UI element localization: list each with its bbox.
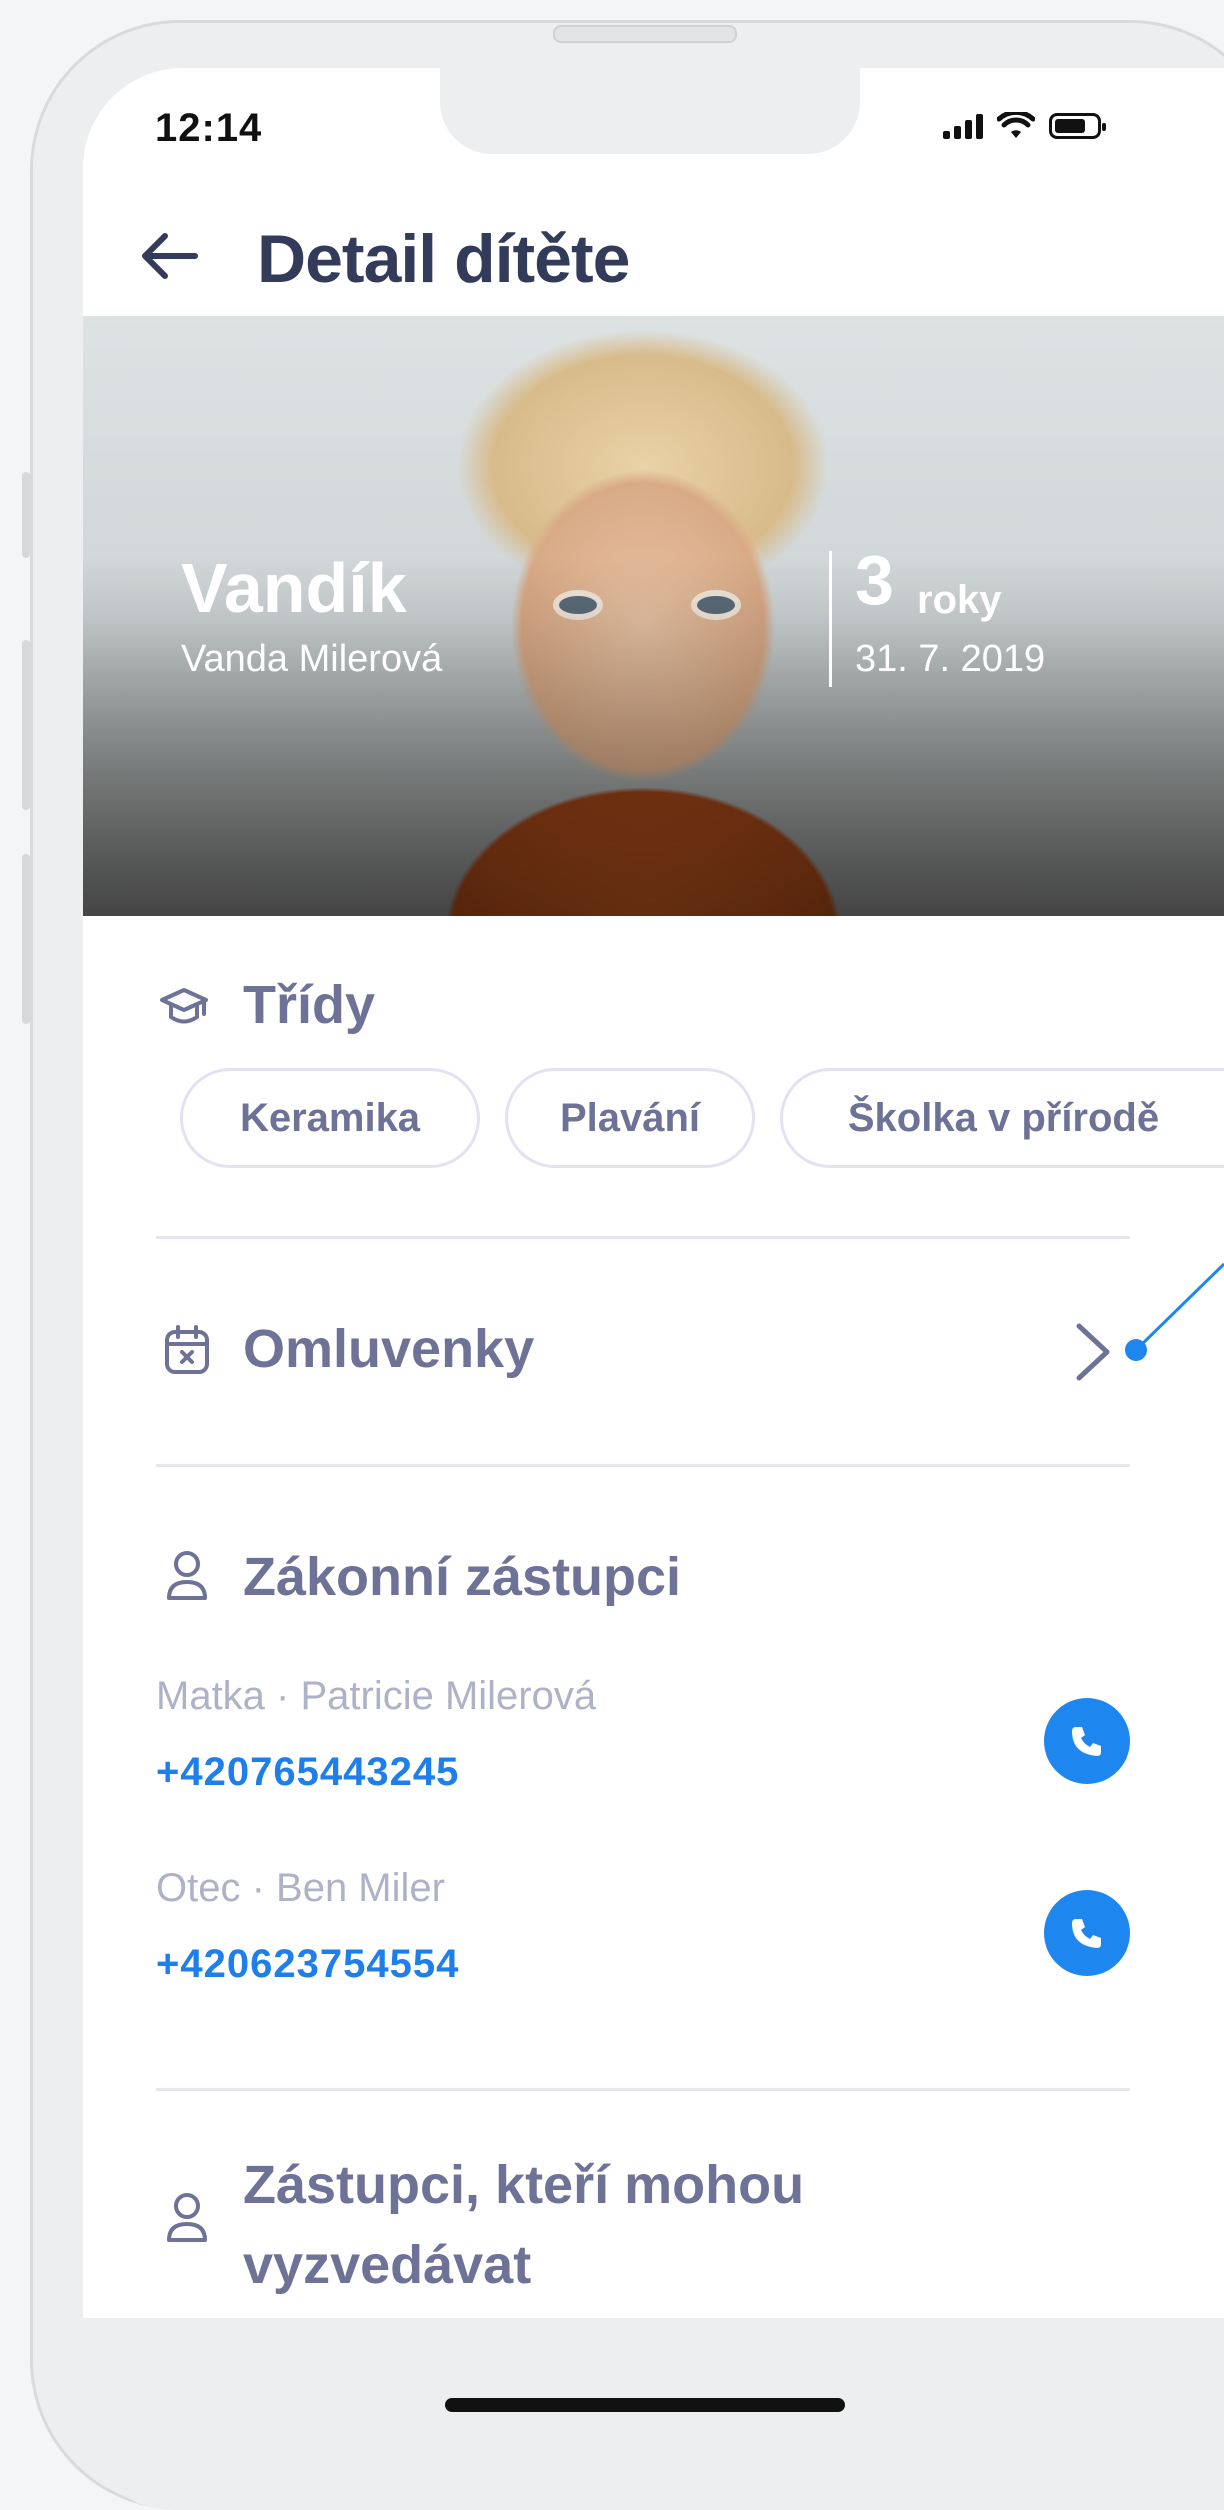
- child-age-number: 3: [855, 541, 894, 619]
- excuses-title[interactable]: Omluvenky: [243, 1318, 534, 1380]
- status-icons: [943, 112, 1106, 140]
- divider: [156, 2088, 1130, 2091]
- divider: [156, 1236, 1130, 1239]
- child-full-name: Vanda Milerová: [181, 638, 443, 680]
- person-icon: [167, 2193, 207, 2242]
- wifi-icon: [997, 112, 1035, 138]
- top-navigation: Detail dítěte: [83, 188, 1224, 308]
- person-icon: [167, 1551, 207, 1600]
- volume-down-button: [22, 854, 30, 1024]
- bottom-bar: [83, 2318, 1224, 2510]
- chevron-right-icon[interactable]: [1071, 1320, 1115, 1384]
- pickup-title-line1: Zástupci, kteří mohou: [243, 2155, 805, 2215]
- app-screen: 12:14 Detail dítěte Vandík Vanda Milerov…: [83, 68, 1224, 2510]
- hero-divider: [829, 551, 832, 687]
- class-chip-skolka-v-prirode[interactable]: Školka v přírodě: [780, 1068, 1224, 1168]
- home-indicator[interactable]: [445, 2398, 845, 2412]
- call-button[interactable]: [1044, 1890, 1130, 1976]
- guardian-phone[interactable]: +420765443245: [156, 1750, 459, 1795]
- graduation-cap-icon: [160, 988, 208, 1024]
- back-arrow-icon[interactable]: [137, 230, 201, 282]
- call-button[interactable]: [1044, 1698, 1130, 1784]
- class-chip-plavani[interactable]: Plavání: [505, 1068, 755, 1168]
- calendar-x-icon: [165, 1325, 209, 1374]
- child-age-unit: roky: [917, 578, 1002, 622]
- guardian-label: Matka · Patricie Milerová: [156, 1674, 597, 1718]
- child-nickname: Vandík: [181, 549, 407, 627]
- guardians-title: Zákonní zástupci: [243, 1547, 682, 1607]
- battery-icon: [1049, 113, 1106, 139]
- pickup-title-line2: vyzvedávat: [243, 2235, 532, 2295]
- child-birth-date: 31. 7. 2019: [855, 638, 1046, 680]
- phone-icon: [1072, 1919, 1101, 1948]
- silent-switch: [22, 472, 30, 558]
- volume-up-button: [22, 640, 30, 810]
- earpiece-speaker: [553, 25, 737, 43]
- guardian-phone[interactable]: +420623754554: [156, 1942, 459, 1987]
- class-chip-keramika[interactable]: Keramika: [180, 1068, 480, 1168]
- page-title: Detail dítěte: [257, 221, 630, 297]
- divider: [156, 1464, 1130, 1467]
- status-time: 12:14: [155, 106, 263, 150]
- notch: [440, 68, 860, 154]
- phone-icon: [1072, 1727, 1101, 1756]
- classes-title: Třídy: [243, 975, 376, 1035]
- signal-icon: [943, 113, 983, 139]
- guardian-label: Otec · Ben Miler: [156, 1866, 445, 1910]
